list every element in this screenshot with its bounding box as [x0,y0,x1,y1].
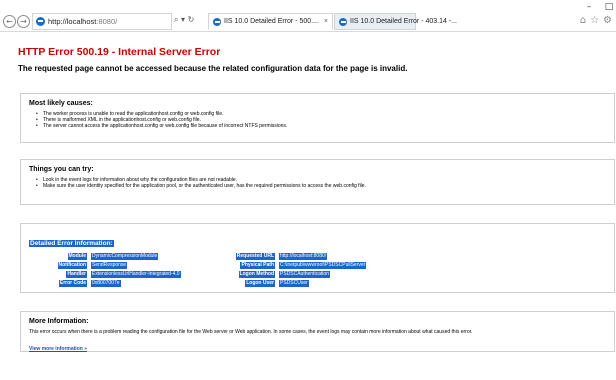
browser-chrome: – □ ← → http://localhost:8080/ ⌕ ▾ ↻ IIS… [0,0,616,36]
detail-label: Logon Method [238,271,275,278]
page-header: HTTP Error 500.19 - Internal Server Erro… [18,46,616,73]
settings-gear-icon[interactable]: ⚙ [603,15,612,26]
tab-close-button[interactable]: × [324,18,328,25]
minimize-button[interactable]: – [584,3,594,12]
address-bar[interactable]: http://localhost:8080/ [32,13,172,30]
detail-value: C:\inetpub\wwwroot\PSDSCPullServer [279,262,367,269]
maximize-button[interactable]: □ [604,3,614,12]
details-box: Detailed Error Information: Module Dynam… [20,223,615,293]
address-tools[interactable]: ⌕ ▾ ↻ [174,15,194,25]
favorites-icon[interactable]: ☆ [590,15,599,26]
tab-active[interactable]: IIS 10.0 Detailed Error - 500.... × [208,13,333,30]
details-grid: Module DynamicCompressionModule Requeste… [29,253,606,287]
causes-heading: Most likely causes: [29,100,93,107]
list-item: The server cannot access the application… [36,123,606,129]
more-heading: More Information: [29,318,89,325]
error-title: HTTP Error 500.19 - Internal Server Erro… [18,46,221,58]
forward-button[interactable]: → [17,15,30,28]
detail-value: SendResponse [91,262,128,269]
detail-label: Notification [57,262,87,269]
detail-value: http://localhost:8080/ [279,253,328,260]
address-host: http://localhost [48,17,97,26]
view-more-link[interactable]: View more information » [29,346,87,352]
detail-value: DynamicCompressionModule [91,253,159,260]
ie-tab-icon [213,17,221,26]
try-list: Look in the event logs for information a… [29,177,606,189]
ie-logo-icon [36,17,45,26]
detail-label: Logon User [245,280,275,287]
try-box: Things you can try: Look in the event lo… [20,159,615,205]
search-refresh-icons[interactable]: ⌕ ▾ ↻ [174,15,194,25]
home-icon[interactable]: ⌂ [580,15,586,26]
address-port: :8080/ [96,17,118,26]
list-item: Make sure the user identity specified fo… [36,183,606,189]
detail-label: Requested URL [235,253,275,260]
detail-label: Physical Path [240,262,275,269]
try-heading: Things you can try: [29,166,94,173]
detail-label: Handler [66,271,87,278]
detail-label: Error Code [58,280,87,287]
detail-value: 0x8007007e [91,280,121,287]
more-info-box: More Information: This error occurs when… [20,311,615,352]
tab-inactive[interactable]: IIS 10.0 Detailed Error - 403.14 -... [334,13,457,30]
more-text: This error occurs when there is a proble… [29,329,473,335]
detail-value: PSDSCUser [279,280,309,287]
chrome-divider [0,31,616,32]
error-subtitle: The requested page cannot be accessed be… [18,64,408,73]
toolbar-icons: ⌂ ☆ ⚙ [580,15,612,26]
causes-box: Most likely causes: The worker process i… [20,93,615,143]
back-button[interactable]: ← [3,15,16,28]
tab-title: IIS 10.0 Detailed Error - 500.... [224,18,319,25]
tab-title: IIS 10.0 Detailed Error - 403.14 -... [350,18,457,25]
causes-list: The worker process is unable to read the… [29,111,606,129]
details-heading: Detailed Error Information: [29,240,114,247]
window-controls: – □ [584,3,614,12]
detail-value: PSDSCAuthentication [279,271,330,278]
address-url[interactable]: http://localhost:8080/ [48,17,117,26]
detail-value: ExtensionlessUrlHandler-Integrated-4.0 [91,271,181,278]
ie-tab-icon [339,17,347,26]
detail-label: Module [67,253,87,260]
